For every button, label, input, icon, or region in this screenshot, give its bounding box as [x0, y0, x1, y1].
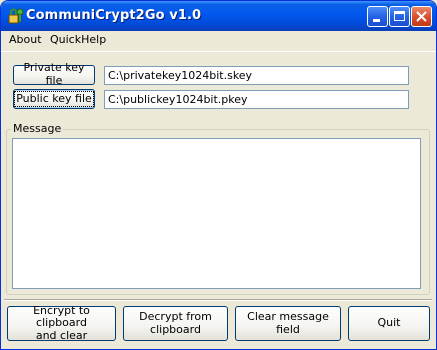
- message-group-label: Message: [11, 122, 64, 135]
- quit-label: Quit: [377, 316, 401, 330]
- public-key-file-button[interactable]: Public key file: [13, 89, 95, 109]
- maximize-icon: [394, 11, 405, 21]
- quit-button[interactable]: Quit: [348, 306, 430, 341]
- app-window: CommuniCrypt2Go v1.0 About QuickHelp Pri…: [0, 0, 437, 350]
- title-bar[interactable]: CommuniCrypt2Go v1.0: [1, 1, 436, 31]
- private-key-file-label: Private key file: [23, 61, 85, 87]
- clear-message-field-button[interactable]: Clear message field: [235, 306, 341, 341]
- decrypt-from-clipboard-button[interactable]: Decrypt from clipboard: [123, 306, 228, 341]
- close-button[interactable]: [411, 6, 432, 27]
- minimize-icon: [373, 19, 380, 22]
- maximize-button[interactable]: [389, 6, 410, 27]
- menu-bar: About QuickHelp: [1, 31, 436, 52]
- encrypt-label-line1: Encrypt to clipboard: [33, 303, 90, 330]
- decrypt-label-line2: clipboard: [150, 322, 201, 336]
- minimize-button[interactable]: [367, 6, 388, 27]
- public-key-file-label: Public key file: [14, 90, 94, 108]
- private-key-file-button[interactable]: Private key file: [13, 61, 95, 87]
- close-icon: [416, 11, 427, 22]
- message-textarea[interactable]: [12, 138, 421, 289]
- key-lock-icon: [8, 8, 24, 24]
- menu-quickhelp[interactable]: QuickHelp: [48, 33, 108, 46]
- encrypt-label-line2: and clear: [35, 328, 88, 342]
- clear-message-field-label: Clear message field: [247, 309, 329, 336]
- separator: [4, 299, 432, 301]
- decrypt-label-line1: Decrypt from: [139, 309, 212, 323]
- menu-about[interactable]: About: [7, 33, 44, 46]
- public-key-path-field[interactable]: C:\publickey1024bit.pkey: [104, 90, 409, 109]
- encrypt-to-clipboard-button[interactable]: Encrypt to clipboard and clear: [7, 303, 116, 342]
- window-title: CommuniCrypt2Go v1.0: [26, 8, 202, 23]
- private-key-path-field[interactable]: C:\privatekey1024bit.skey: [104, 66, 409, 85]
